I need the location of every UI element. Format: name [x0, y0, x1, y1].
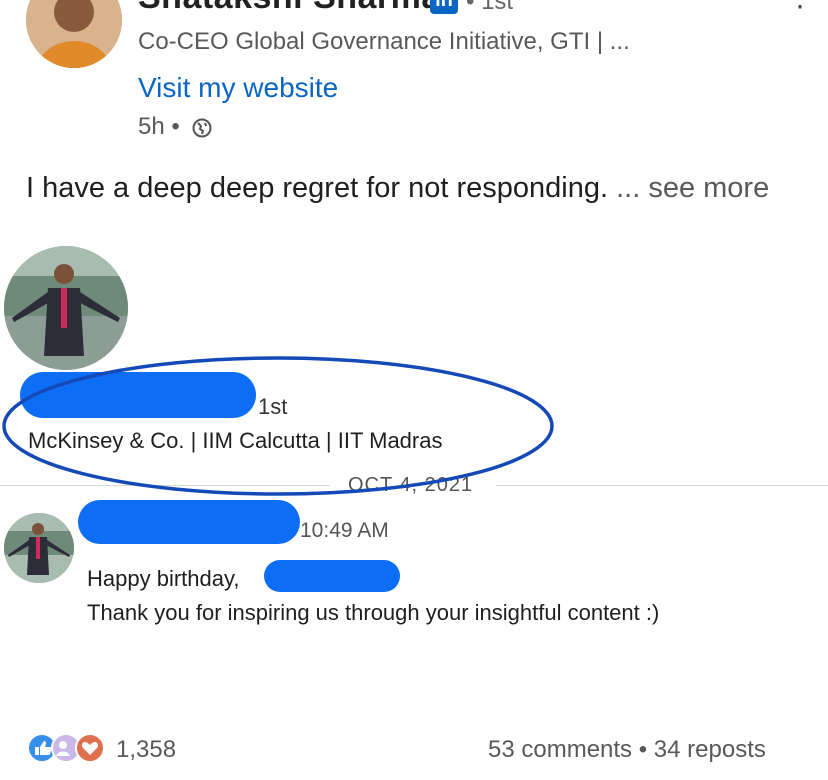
- see-more-link[interactable]: ... see more: [616, 172, 769, 204]
- redaction-mark: [264, 560, 400, 592]
- reaction-count[interactable]: 1,358: [116, 736, 176, 764]
- connection-degree: • 1st: [466, 0, 514, 15]
- author-avatar[interactable]: [26, 0, 122, 68]
- author-headline: Co-CEO Global Governance Initiative, GTI…: [138, 28, 630, 55]
- globe-icon: [192, 118, 212, 138]
- more-icon[interactable]: ⋮: [786, 0, 814, 11]
- message-time: 10:49 AM: [300, 519, 389, 542]
- message-line-2: Thank you for inspiring us through your …: [87, 600, 660, 625]
- message-line-1: Happy birthday,: [87, 566, 240, 591]
- post-body-text: I have a deep deep regret for not respon…: [26, 172, 609, 204]
- love-reaction-icon: [75, 733, 105, 763]
- visit-website-link[interactable]: Visit my website: [138, 72, 338, 104]
- annotation-ellipse: [2, 356, 554, 496]
- post-time: 5h •: [138, 113, 180, 140]
- comments-reposts-count[interactable]: 53 comments • 34 reposts: [488, 736, 766, 764]
- reactions[interactable]: [26, 732, 106, 764]
- redaction-mark: [78, 500, 300, 544]
- post-body: I have a deep deep regret for not respon…: [26, 172, 769, 205]
- linkedin-icon: in: [430, 0, 458, 14]
- author-name[interactable]: Shatakshi Sharma: [138, 0, 441, 17]
- sender-avatar-small: [4, 513, 74, 583]
